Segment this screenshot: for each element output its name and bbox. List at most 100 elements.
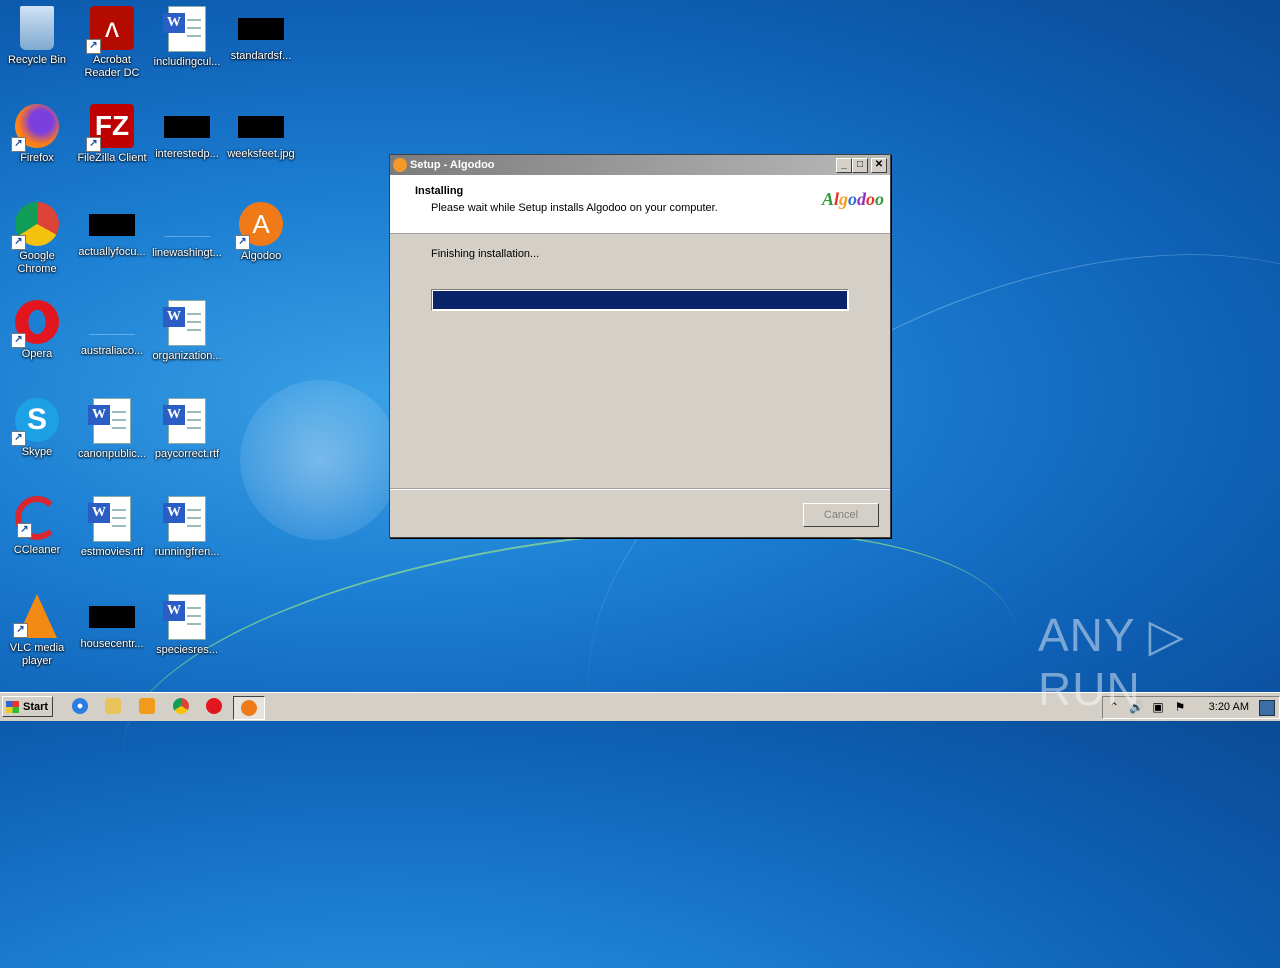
ccleaner-icon: ↗ [15,496,59,540]
algodoo-setup-icon [241,700,257,716]
wallpaper-swoosh [103,478,1037,904]
redacted-thumbnail [89,214,135,236]
install-status: Finishing installation... [431,248,540,260]
shortcut-arrow-icon: ↗ [11,137,26,152]
desktop-icon-file[interactable]: australiaco... [75,294,149,358]
desktop-icon-file[interactable]: standardsf... [224,0,298,63]
desktop-icon-label: organization... [152,350,222,362]
progress-fill [433,291,847,309]
desktop-icon-label: CCleaner [13,544,61,556]
desktop-icon-doc[interactable]: W runningfren... [150,490,224,559]
minimize-button[interactable]: _ [836,158,852,173]
vlc-icon: ↗ [13,594,57,638]
desktop-icon-chrome[interactable]: ↗ Google Chrome [0,196,74,276]
desktop-icon-label: linewashingt... [152,247,222,259]
shortcut-arrow-icon: ↗ [13,623,28,638]
desktop-icon-label: interestedp... [155,148,219,160]
desktop-icon-file[interactable]: interestedp... [150,98,224,161]
shortcut-arrow-icon: ↗ [11,431,26,446]
filezilla-icon: FZ ↗ [86,104,134,152]
internet-explorer-icon[interactable] [72,698,88,714]
dialog-header: Installing Please wait while Setup insta… [390,175,890,234]
close-button[interactable]: ✕ [871,158,887,173]
desktop-icon-label: weeksfeet.jpg [227,148,295,160]
desktop-icon-label: Google Chrome [17,250,57,275]
windows-logo-icon [6,701,19,713]
desktop-icon-algodoo[interactable]: A ↗ Algodoo [224,196,298,263]
dialog-titlebar[interactable]: Setup - Algodoo _ □ ✕ [390,155,890,175]
desktop-icon-filezilla[interactable]: FZ ↗ FileZilla Client [75,98,149,165]
setup-dialog: Setup - Algodoo _ □ ✕ Installing Please … [389,154,891,538]
shortcut-arrow-icon: ↗ [86,137,101,152]
word-document-icon: W [163,594,206,640]
desktop-icon-label: paycorrect.rtf [154,448,220,460]
desktop-icon-label: Firefox [20,152,54,164]
desktop-icon-label: actuallyfocu... [78,246,146,258]
desktop-icon-file[interactable]: linewashingt... [150,196,224,260]
desktop-icon-vlc[interactable]: ↗ VLC media player [0,588,74,668]
desktop-icon-acrobat[interactable]: ᴧ ↗ Acrobat Reader DC [75,0,149,80]
desktop-icon-skype[interactable]: S ↗ Skype [0,392,74,459]
shortcut-arrow-icon: ↗ [11,333,26,348]
install-progress-bar [431,289,849,311]
desktop-icon-label: speciesres... [156,644,218,656]
redacted-thumbnail [238,116,284,138]
start-label: Start [23,701,49,713]
desktop-icon-file[interactable]: weeksfeet.jpg [224,98,298,161]
word-document-icon: W [163,496,206,542]
desktop-icon-ccleaner[interactable]: ↗ CCleaner [0,490,74,557]
page-subheading: Please wait while Setup installs Algodoo… [431,202,718,214]
desktop-icon-label: housecentr... [80,638,144,650]
desktop-icon-firefox[interactable]: ↗ Firefox [0,98,74,165]
redacted-thumbnail [89,606,135,628]
word-document-icon: W [163,398,206,444]
word-document-icon: W [88,398,131,444]
skype-icon: S ↗ [11,398,59,446]
acrobat-icon: ᴧ ↗ [86,6,134,54]
desktop-icon-label: Opera [21,348,53,360]
file-explorer-icon[interactable] [105,698,121,714]
file-thumbnail [89,312,135,335]
opera-icon: ↗ [11,300,59,348]
desktop-icon-label: runningfren... [154,546,220,558]
desktop-icon-label: canonpublic... [78,448,146,460]
taskbar-item-algodoo-setup[interactable] [233,696,265,720]
start-button[interactable]: Start [2,696,53,717]
algodoo-app-icon [393,158,407,172]
firefox-icon: ↗ [11,104,59,152]
desktop-icon-label: Skype [21,446,53,458]
desktop-icon-doc[interactable]: W includingcul... [150,0,224,69]
desktop-icon-doc[interactable]: W estmovies.rtf [75,490,149,559]
cancel-button[interactable]: Cancel [803,503,879,527]
shortcut-arrow-icon: ↗ [17,523,32,538]
desktop-icon-opera[interactable]: ↗ Opera [0,294,74,361]
desktop-icon-file[interactable]: actuallyfocu... [75,196,149,259]
footer-divider [390,488,890,490]
algodoo-logo: Algodoo [821,189,884,209]
algodoo-icon: A ↗ [235,202,283,250]
chrome-taskbar-icon[interactable] [173,698,189,714]
media-player-icon[interactable] [139,698,155,714]
desktop-icon-doc[interactable]: W paycorrect.rtf [150,392,224,461]
desktop-icon-doc[interactable]: W speciesres... [150,588,224,657]
file-thumbnail [164,214,210,237]
desktop-icon-recycle-bin[interactable]: Recycle Bin [0,0,74,67]
maximize-button[interactable]: □ [852,158,868,173]
desktop-icon-file[interactable]: housecentr... [75,588,149,651]
desktop-icon-label: VLC media player [9,642,65,667]
shortcut-arrow-icon: ↗ [86,39,101,54]
shortcut-arrow-icon: ↗ [235,235,250,250]
redacted-thumbnail [238,18,284,40]
desktop-icon-doc[interactable]: W canonpublic... [75,392,149,461]
anyrun-watermark: ANY ▷ RUN [1038,609,1185,715]
opera-taskbar-icon[interactable] [206,698,222,714]
desktop-icon-label: Algodoo [240,250,282,262]
desktop-icon-doc[interactable]: W organization... [150,294,224,363]
desktop-icon-label: estmovies.rtf [80,546,144,558]
desktop-glow [240,380,400,540]
word-document-icon: W [163,6,206,52]
chrome-icon: ↗ [11,202,59,250]
recycle-bin-icon [20,6,54,50]
desktop-icon-label: FileZilla Client [77,152,147,164]
desktop-icon-label: includingcul... [153,56,221,68]
